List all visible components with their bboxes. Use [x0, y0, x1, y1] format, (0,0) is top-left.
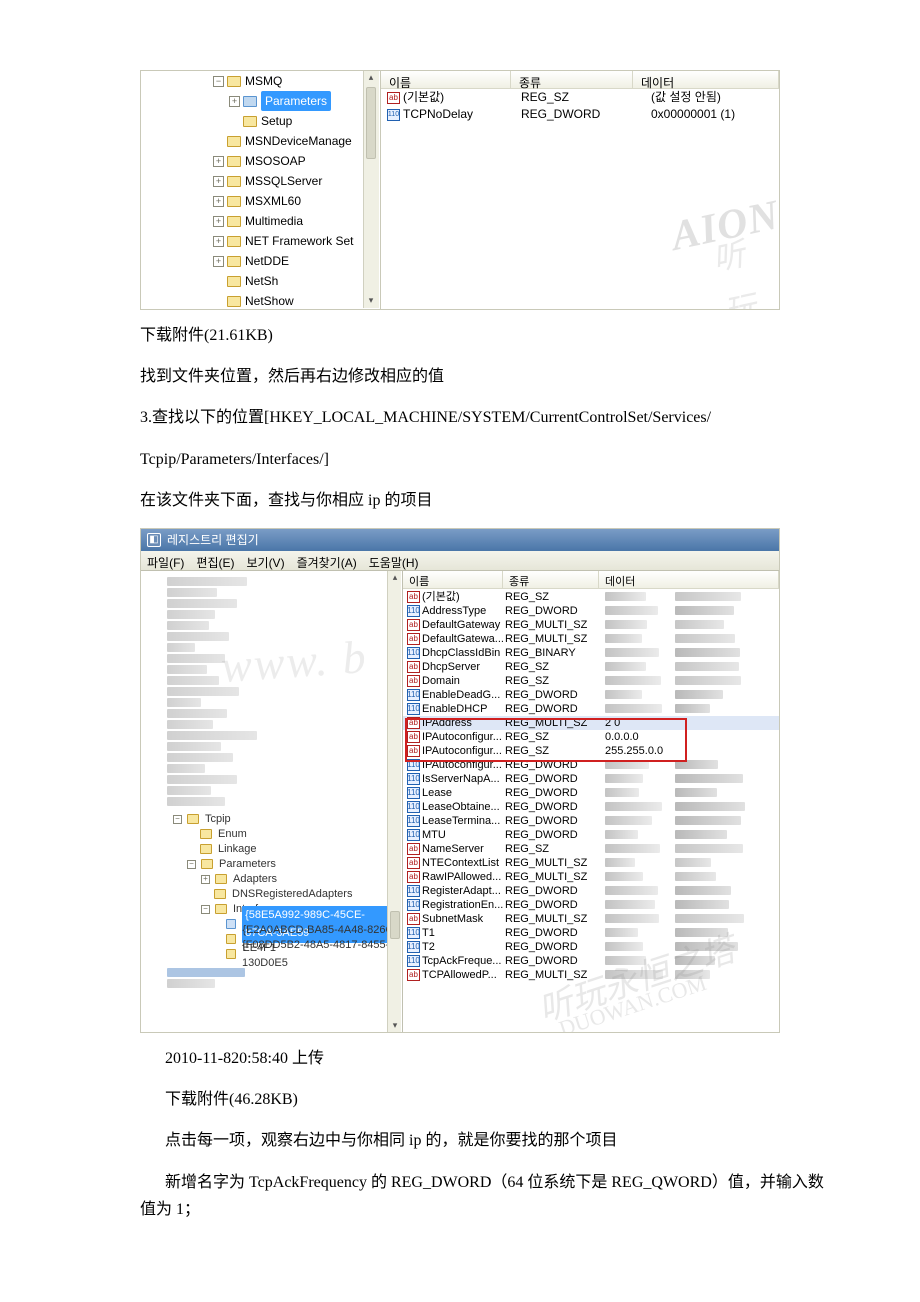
folder-icon: [227, 216, 241, 227]
folder-icon: [226, 949, 236, 959]
folder-icon: [227, 136, 241, 147]
folder-icon: [201, 859, 213, 869]
folder-icon: [187, 814, 199, 824]
folder-icon: [215, 874, 227, 884]
registry-screenshot-1: −MSMQ+ParametersSetupMSNDeviceManage+MSO…: [140, 70, 780, 310]
string-icon: ab: [387, 92, 400, 104]
tree2-scrollbar[interactable]: ▴ ▾: [387, 571, 401, 1033]
expand-icon[interactable]: −: [187, 860, 196, 869]
col-type[interactable]: 종류: [511, 71, 633, 88]
expand-icon[interactable]: +: [213, 156, 224, 167]
tree-item[interactable]: {F08DD5B2-48A5-4817-8455-130D0E5: [145, 947, 398, 962]
value-pane: 이름 종류 데이터 ab(기본값)REG_SZ(값 설정 안됨)110TCPNo…: [381, 71, 779, 309]
registry-value-row[interactable]: 110TCPNoDelayREG_DWORD0x00000001 (1): [381, 106, 779, 123]
tree-pane: −MSMQ+ParametersSetupMSNDeviceManage+MSO…: [141, 71, 381, 309]
instruction-text: 点击每一项，观察右边中与你相同 ip 的，就是你要找的那个项目: [165, 1127, 830, 1154]
folder-icon: [227, 156, 241, 167]
folder-icon: [243, 96, 257, 107]
folder-icon: [227, 76, 241, 87]
expand-icon[interactable]: −: [173, 815, 182, 824]
folder-icon: [227, 296, 241, 307]
expand-icon[interactable]: +: [229, 96, 240, 107]
instruction-text: 找到文件夹位置，然后再右边修改相应的值: [140, 363, 830, 390]
menu-help[interactable]: 도움말(H): [369, 553, 419, 568]
col-data[interactable]: 데이터: [599, 571, 779, 588]
instruction-text: 新增名字为 TcpAckFrequency 的 REG_DWORD（64 位系统…: [140, 1169, 830, 1223]
expand-icon[interactable]: +: [201, 875, 210, 884]
column-header: 이름 종류 데이터: [381, 71, 779, 89]
scroll-up-icon[interactable]: ▴: [388, 571, 402, 585]
watermark-cn: 听玩永恒之塔: [707, 226, 780, 310]
scroll-up-icon[interactable]: ▴: [364, 71, 378, 85]
expand-icon[interactable]: +: [213, 236, 224, 247]
tree-item[interactable]: +MSXML60: [141, 191, 380, 211]
tree-item[interactable]: NetShow: [141, 291, 380, 310]
tree-item[interactable]: MSNDeviceManage: [141, 131, 380, 151]
folder-icon: [227, 196, 241, 207]
expand-icon[interactable]: +: [213, 256, 224, 267]
expand-icon[interactable]: +: [213, 216, 224, 227]
col-type[interactable]: 종류: [503, 571, 599, 588]
menu-edit[interactable]: 편집(E): [196, 553, 234, 568]
col-data[interactable]: 데이터: [633, 71, 779, 88]
caption-attachment-2: 下载附件(46.28KB): [165, 1086, 830, 1113]
column-header-2: 이름 종류 데이터: [403, 571, 779, 589]
registry-screenshot-2: ◧ 레지스트리 편집기 파일(F) 편집(E) 보기(V) 즐겨찾기(A) 도움…: [140, 528, 780, 1033]
tree-item[interactable]: Setup: [141, 111, 380, 131]
folder-icon: [214, 889, 226, 899]
menu-view[interactable]: 보기(V): [246, 553, 284, 568]
folder-icon: [226, 934, 236, 944]
expand-icon[interactable]: +: [213, 176, 224, 187]
folder-icon: [243, 116, 257, 127]
tree-item[interactable]: +NetDDE: [141, 251, 380, 271]
string-icon: ab: [407, 969, 420, 981]
menu-fav[interactable]: 즐겨찾기(A): [297, 553, 357, 568]
window-titlebar[interactable]: ◧ 레지스트리 편집기: [141, 529, 779, 551]
menubar[interactable]: 파일(F) 편집(E) 보기(V) 즐겨찾기(A) 도움말(H): [141, 551, 779, 571]
app-icon: ◧: [147, 533, 161, 547]
instruction-text: 3.查找以下的位置[HKEY_LOCAL_MACHINE/SYSTEM/Curr…: [140, 404, 830, 431]
folder-icon: [227, 276, 241, 287]
value-pane-2: 이름 종류 데이터 ab(기본값)REG_SZ110AddressTypeREG…: [403, 571, 779, 1033]
expand-icon[interactable]: −: [201, 905, 210, 914]
tree-item[interactable]: +MSSQLServer: [141, 171, 380, 191]
tree-item[interactable]: Enum: [145, 827, 398, 842]
window-title: 레지스트리 편집기: [167, 530, 259, 550]
tree-item[interactable]: +Multimedia: [141, 211, 380, 231]
col-name[interactable]: 이름: [403, 571, 503, 588]
tree-item[interactable]: −Tcpip: [145, 812, 398, 827]
scroll-down-icon[interactable]: ▾: [388, 1019, 402, 1033]
tree-item[interactable]: NetSh: [141, 271, 380, 291]
col-name[interactable]: 이름: [381, 71, 511, 88]
tree-item[interactable]: −MSMQ: [141, 71, 380, 91]
tree-item[interactable]: +Parameters: [141, 91, 380, 111]
tree-scrollbar[interactable]: ▴ ▾: [363, 71, 379, 308]
watermark-big: AION: [665, 180, 780, 272]
scroll-thumb[interactable]: [390, 911, 400, 939]
folder-icon: [200, 844, 212, 854]
instruction-text: 在该文件夹下面，查找与你相应 ip 的项目: [140, 487, 830, 514]
folder-icon: [227, 176, 241, 187]
folder-icon: [227, 256, 241, 267]
timestamp: 2010-11-820:58:40 上传: [165, 1045, 830, 1072]
tree-item[interactable]: +NET Framework Set: [141, 231, 380, 251]
menu-file[interactable]: 파일(F): [147, 553, 184, 568]
dword-icon: 110: [387, 109, 400, 121]
caption-attachment-1: 下载附件(21.61KB): [140, 322, 830, 349]
folder-icon: [227, 236, 241, 247]
instruction-text: Tcpip/Parameters/Interfaces/]: [140, 446, 830, 473]
folder-icon: [226, 919, 236, 929]
expand-icon[interactable]: −: [213, 76, 224, 87]
expand-icon[interactable]: +: [213, 196, 224, 207]
folder-icon: [215, 904, 227, 914]
registry-value-row[interactable]: abTCPAllowedP...REG_MULTI_SZ: [403, 968, 779, 982]
scroll-down-icon[interactable]: ▾: [364, 294, 378, 308]
tree-item[interactable]: +MSOSOAP: [141, 151, 380, 171]
tree-pane-2: www. b −TcpipEnumLinkage−Parameters+Adap…: [141, 571, 403, 1033]
folder-icon: [200, 829, 212, 839]
scroll-thumb[interactable]: [366, 87, 376, 159]
